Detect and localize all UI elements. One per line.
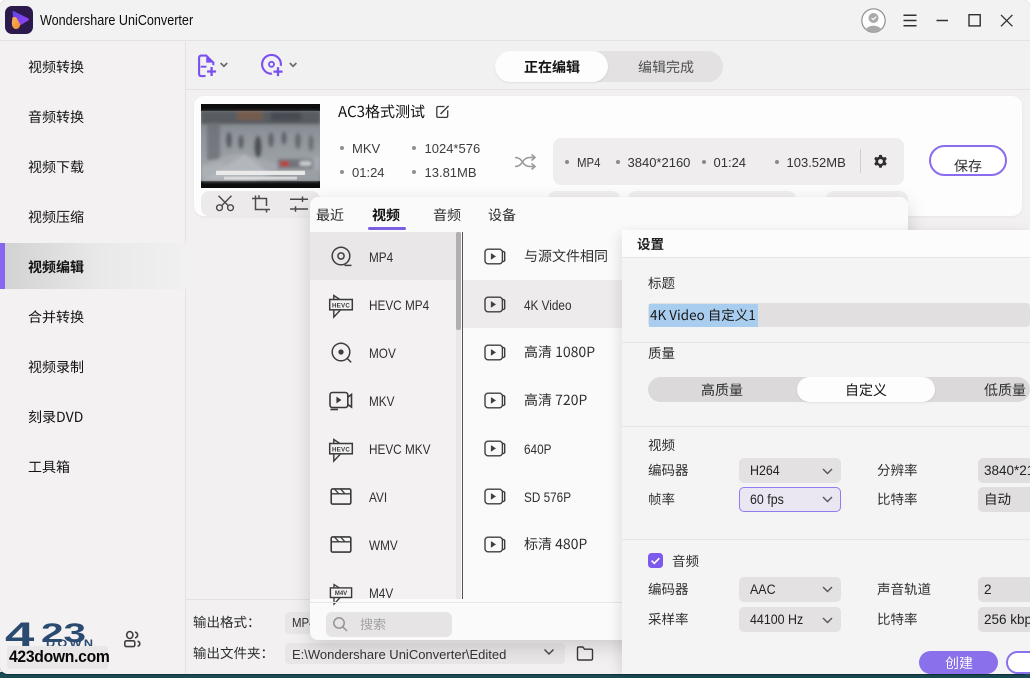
svg-text:HEVC: HEVC xyxy=(332,446,350,453)
svg-text:HEVC: HEVC xyxy=(332,302,350,309)
svg-text:M4V: M4V xyxy=(335,591,347,597)
